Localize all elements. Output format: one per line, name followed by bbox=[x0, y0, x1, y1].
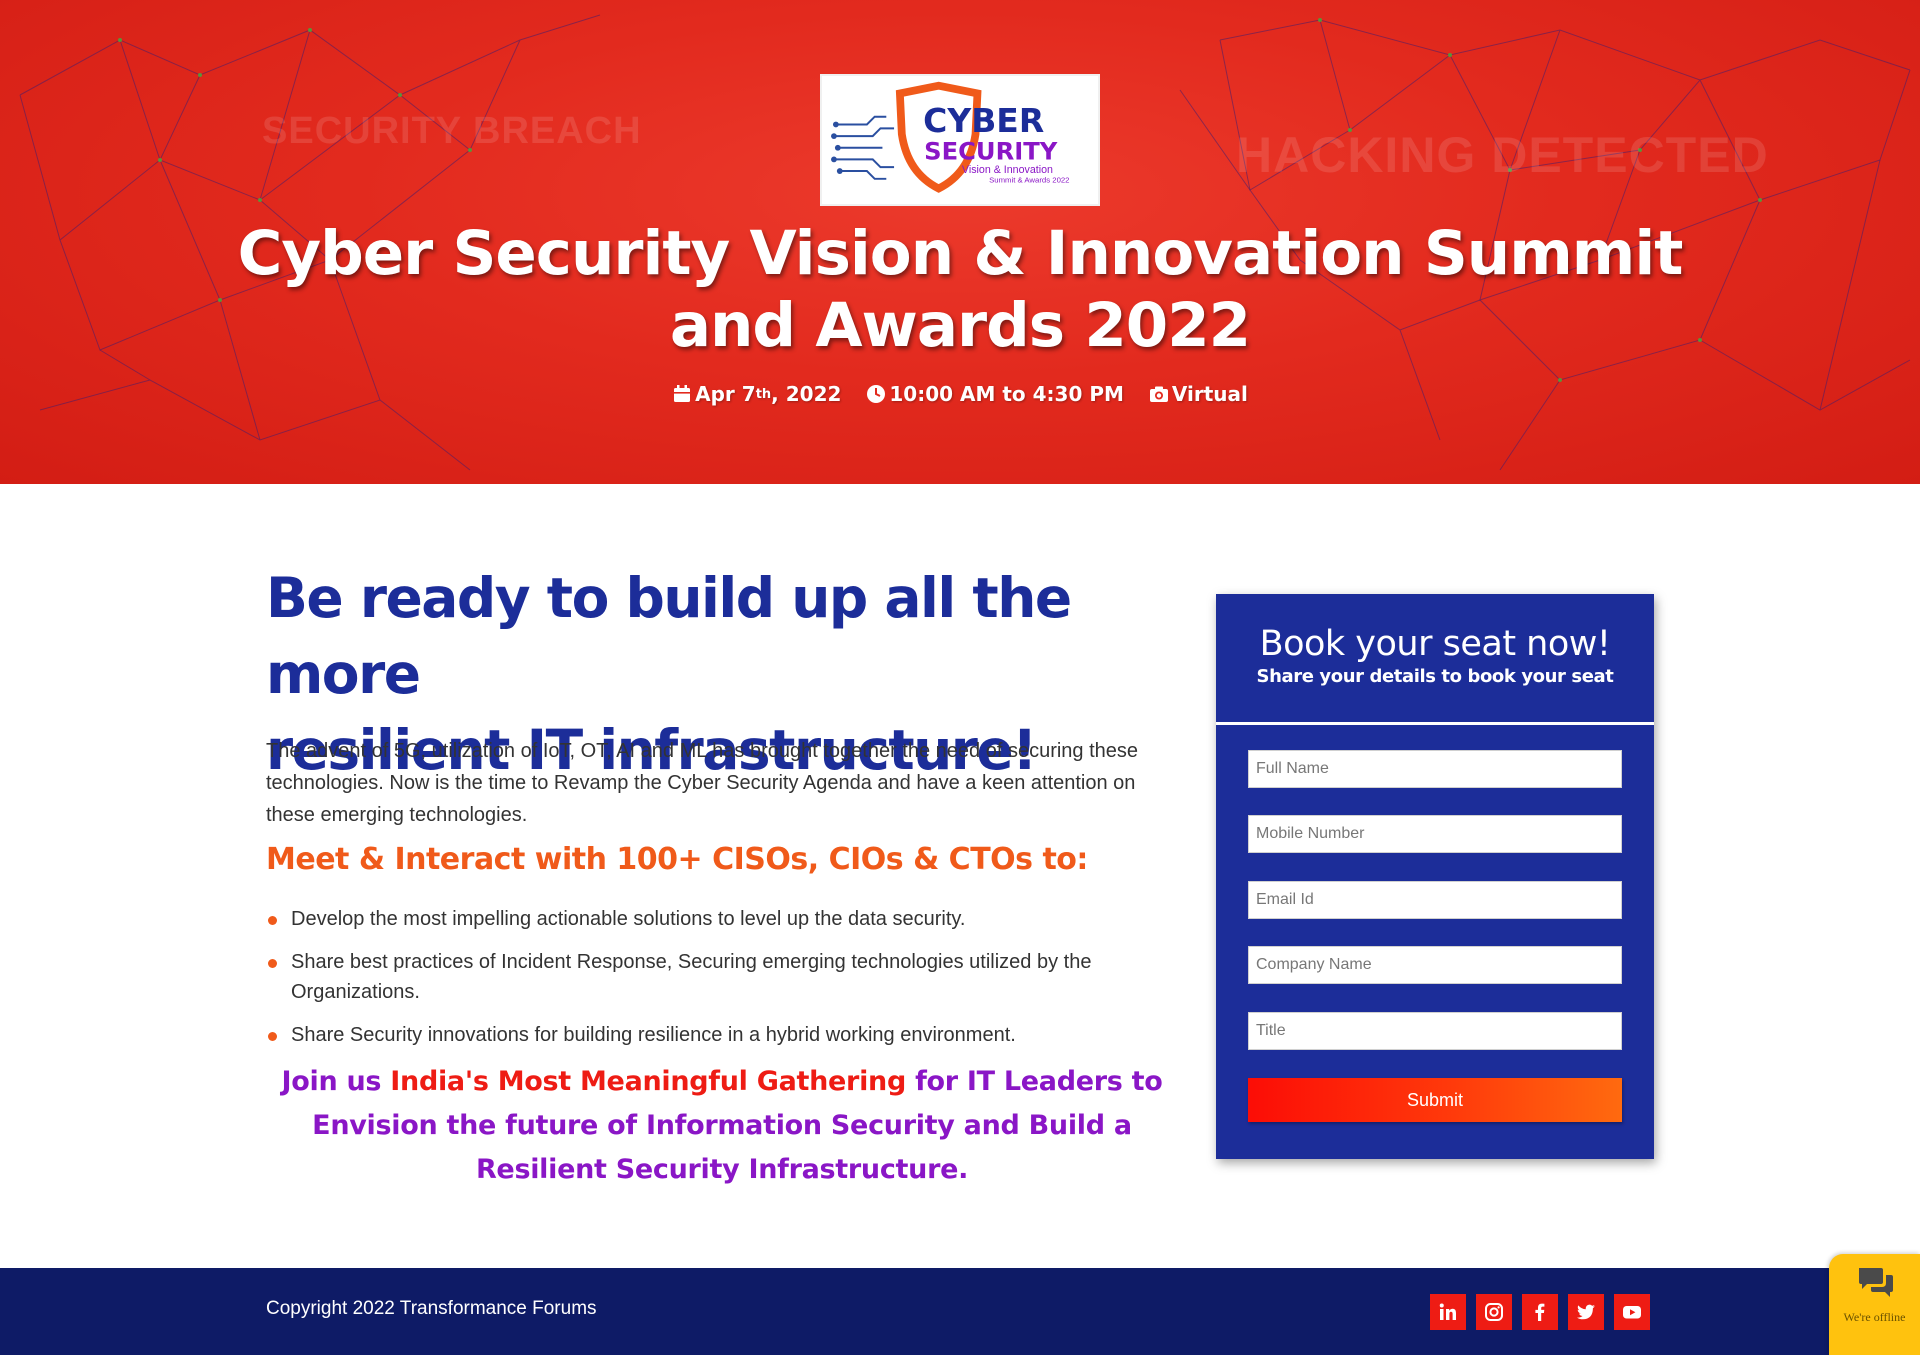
svg-text:Summit & Awards 2022: Summit & Awards 2022 bbox=[989, 176, 1069, 185]
join-prefix: Join us bbox=[281, 1066, 391, 1097]
job-title-field[interactable] bbox=[1248, 1012, 1622, 1050]
footer: Copyright 2022 Transformance Forums bbox=[0, 1268, 1920, 1355]
event-date-year: , 2022 bbox=[771, 382, 842, 406]
linkedin-link[interactable] bbox=[1430, 1294, 1466, 1330]
linkedin-icon bbox=[1439, 1303, 1456, 1320]
event-mode: Virtual bbox=[1149, 382, 1248, 406]
list-item: Share best practices of Incident Respons… bbox=[266, 947, 1146, 1007]
camera-icon bbox=[1149, 386, 1168, 402]
event-time: 10:00 AM to 4:30 PM bbox=[866, 382, 1124, 406]
objectives-list: Develop the most impelling actionable so… bbox=[266, 904, 1146, 1063]
event-date-suffix-ordinal: th bbox=[755, 386, 772, 402]
event-logo: CYBER SECURITY Vision & Innovation Summi… bbox=[820, 74, 1100, 206]
twitter-icon bbox=[1577, 1304, 1595, 1320]
ghost-text-security-breach: SECURITY BREACH bbox=[262, 110, 642, 152]
event-title-line-2: and Awards 2022 bbox=[669, 290, 1251, 361]
chat-status: We're offline bbox=[1843, 1310, 1906, 1324]
list-item: Develop the most impelling actionable so… bbox=[266, 904, 1146, 934]
booking-form: Book your seat now! Share your details t… bbox=[1216, 594, 1654, 1159]
clock-icon bbox=[867, 385, 886, 403]
youtube-link[interactable] bbox=[1614, 1294, 1650, 1330]
instagram-icon bbox=[1485, 1303, 1503, 1321]
event-date-prefix: Apr 7 bbox=[695, 382, 756, 406]
mobile-number-field[interactable] bbox=[1248, 815, 1622, 853]
bullet-dot-icon bbox=[268, 959, 277, 968]
list-item-text: Develop the most impelling actionable so… bbox=[291, 908, 966, 930]
copyright-text: Copyright 2022 Transformance Forums bbox=[266, 1298, 597, 1319]
submit-button[interactable]: Submit bbox=[1248, 1078, 1622, 1122]
bullet-dot-icon bbox=[268, 1032, 277, 1041]
ghost-text-hacking-detected: HACKING DETECTED bbox=[1236, 127, 1769, 183]
full-name-field[interactable] bbox=[1248, 750, 1622, 788]
calendar-icon bbox=[674, 385, 691, 402]
company-name-field[interactable] bbox=[1248, 946, 1622, 984]
form-divider bbox=[1216, 722, 1654, 725]
list-item-text: Share Security innovations for building … bbox=[291, 1024, 1016, 1046]
facebook-icon bbox=[1535, 1303, 1545, 1321]
facebook-link[interactable] bbox=[1522, 1294, 1558, 1330]
event-meta: Apr 7th, 2022 10:00 AM to 4:30 PM Virtua… bbox=[0, 382, 1920, 409]
event-date: Apr 7th, 2022 bbox=[672, 382, 841, 406]
event-mode-text: Virtual bbox=[1171, 382, 1248, 406]
list-item-text: Share best practices of Incident Respons… bbox=[291, 951, 1092, 1003]
svg-text:SECURITY: SECURITY bbox=[924, 136, 1058, 165]
event-title-line-1: Cyber Security Vision & Innovation Summi… bbox=[237, 218, 1684, 289]
list-item: Share Security innovations for building … bbox=[266, 1020, 1146, 1050]
social-links bbox=[1430, 1294, 1650, 1330]
twitter-link[interactable] bbox=[1568, 1294, 1604, 1330]
form-title: Book your seat now! bbox=[1259, 624, 1611, 664]
email-field[interactable] bbox=[1248, 881, 1622, 919]
join-us-callout: Join us India's Most Meaningful Gatherin… bbox=[266, 1060, 1178, 1192]
meet-heading: Meet & Interact with 100+ CISOs, CIOs & … bbox=[266, 842, 1088, 877]
youtube-icon bbox=[1623, 1306, 1641, 1319]
svg-text:Vision & Innovation: Vision & Innovation bbox=[962, 164, 1053, 176]
event-time-text: 10:00 AM to 4:30 PM bbox=[889, 382, 1124, 406]
form-subtitle: Share your details to book your seat bbox=[1256, 666, 1614, 687]
chat-bubbles-icon bbox=[1859, 1268, 1893, 1297]
svg-text:CYBER: CYBER bbox=[923, 101, 1044, 140]
event-title: Cyber Security Vision & Innovation Summi… bbox=[160, 218, 1760, 362]
instagram-link[interactable] bbox=[1476, 1294, 1512, 1330]
bullet-dot-icon bbox=[268, 916, 277, 925]
join-highlight: India's Most Meaningful Gathering bbox=[390, 1066, 906, 1097]
intro-paragraph: The advent of 5G, utilization of IoT, OT… bbox=[266, 740, 1139, 826]
cyber-security-logo-graphic: CYBER SECURITY Vision & Innovation Summi… bbox=[831, 81, 1070, 193]
main-headline-line-1: Be ready to build up all the more bbox=[266, 566, 1072, 706]
hero-banner: SECURITY BREACH HACKING DETECTED CYBER S… bbox=[0, 0, 1920, 484]
chat-widget[interactable]: We're offline bbox=[1829, 1254, 1920, 1355]
